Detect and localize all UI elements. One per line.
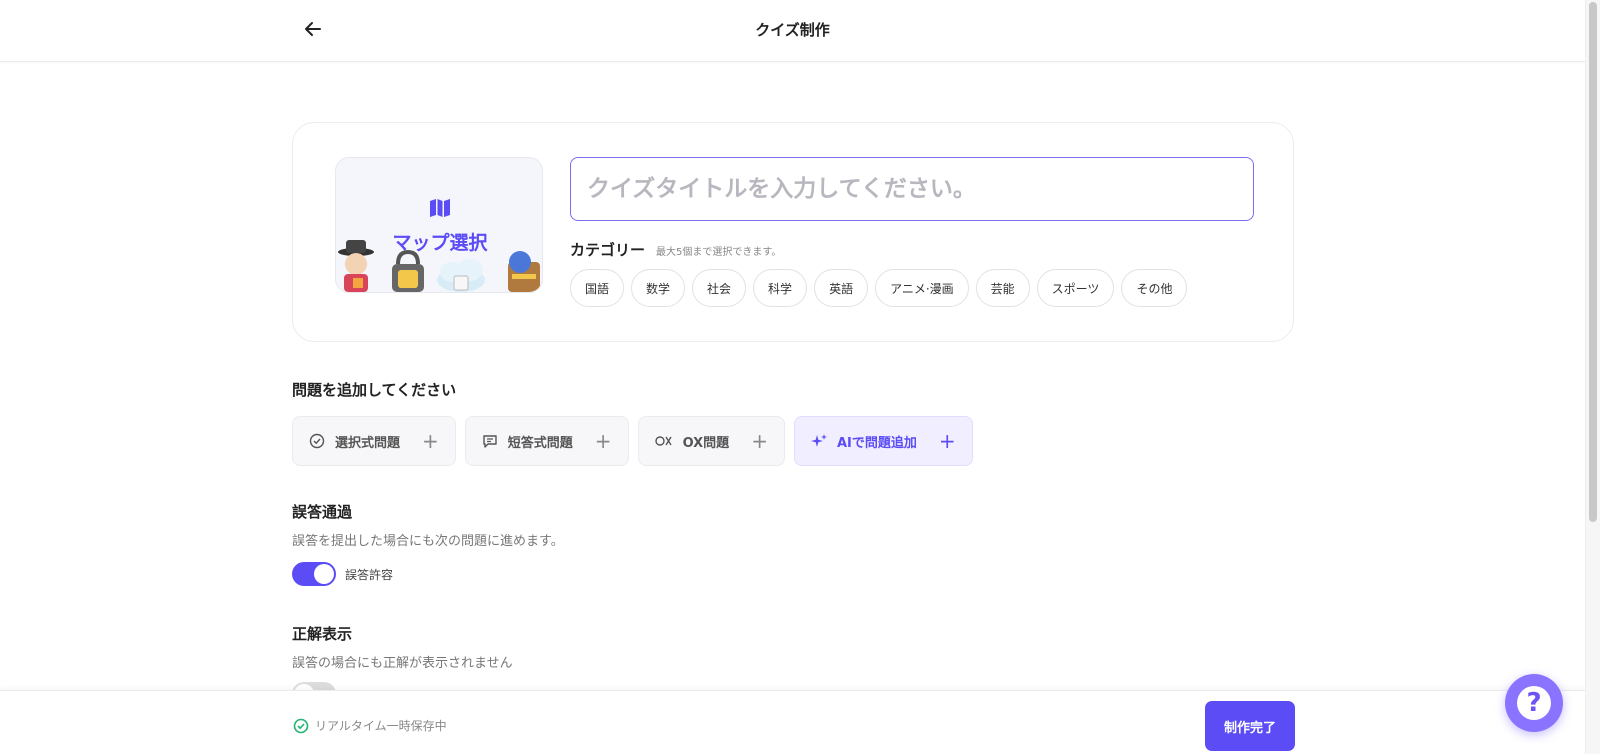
add-question-title: 問題を追加してください: [292, 381, 457, 399]
plus-icon: +: [422, 429, 439, 453]
map-select-button[interactable]: マップ選択: [335, 157, 543, 293]
add-ox-question-label: OX問題: [682, 435, 730, 451]
category-chip[interactable]: 社会: [692, 269, 747, 307]
plus-icon: +: [594, 429, 612, 453]
top-header: クイズ制作: [0, 0, 1585, 62]
category-hint: 最大5個まで選択できます。: [656, 247, 782, 258]
show-answer-title: 正解表示: [292, 625, 353, 643]
scrollbar-thumb[interactable]: [1589, 2, 1597, 522]
category-chip[interactable]: 芸能: [975, 269, 1030, 307]
category-chip[interactable]: 数学: [631, 269, 686, 307]
plus-icon: +: [938, 429, 956, 453]
category-chip[interactable]: スポーツ: [1036, 269, 1115, 307]
category-chip[interactable]: 科学: [753, 269, 808, 307]
add-multiple-choice-button[interactable]: 選択式問題 +: [292, 416, 456, 466]
add-ai-question-label: AIで問題追加: [836, 435, 917, 451]
wrong-pass-toggle[interactable]: [292, 562, 336, 586]
ox-icon: [654, 434, 673, 448]
category-chip[interactable]: 国語: [570, 269, 625, 307]
save-status-label: リアルタイム一時保存中: [315, 719, 447, 733]
quiz-title-input[interactable]: [570, 157, 1254, 221]
check-circle-icon: [293, 718, 309, 734]
category-chip[interactable]: アニメ·漫画: [875, 269, 969, 307]
map-icon: [430, 199, 450, 217]
add-ox-question-button[interactable]: OX問題 +: [637, 416, 785, 466]
question-type-buttons: 選択式問題 + 短答式問題 + OX問題 + AIで問題追加 +: [292, 416, 973, 466]
wrong-pass-description: 誤答を提出した場合にも次の問題に進めます。: [292, 534, 564, 549]
add-short-answer-label: 短答式問題: [507, 435, 573, 451]
wrong-pass-toggle-label: 誤答許容: [345, 568, 394, 582]
sparkle-icon: [810, 433, 827, 449]
help-button[interactable]: ?: [1505, 674, 1563, 732]
add-multiple-choice-label: 選択式問題: [335, 435, 401, 451]
question-mark-icon: ?: [1517, 686, 1551, 720]
category-label: カテゴリー: [570, 241, 646, 259]
map-characters-illustration: [338, 240, 540, 292]
page-scrollbar[interactable]: [1585, 0, 1600, 754]
check-circle-icon: [309, 433, 325, 449]
toggle-knob: [314, 564, 334, 584]
wrong-pass-title: 誤答通過: [292, 503, 353, 521]
message-icon: [482, 433, 498, 449]
bottom-footer: リアルタイム一時保存中 制作完了: [0, 690, 1585, 754]
category-chip-list: 国語 数学 社会 科学 英語 アニメ·漫画 芸能 スポーツ その他: [570, 269, 1188, 307]
add-ai-question-button[interactable]: AIで問題追加 +: [793, 416, 973, 466]
finish-button[interactable]: 制作完了: [1205, 701, 1295, 751]
add-short-answer-button[interactable]: 短答式問題 +: [464, 416, 629, 466]
quiz-info-card: マップ選択 カテゴリー 最大5個まで選択できます。 国語 数学: [292, 122, 1294, 342]
save-status: リアルタイム一時保存中: [293, 717, 447, 734]
page-title: クイズ制作: [755, 21, 830, 39]
show-answer-description: 誤答の場合にも正解が表示されません: [292, 656, 513, 671]
category-chip[interactable]: その他: [1121, 269, 1188, 307]
category-chip[interactable]: 英語: [814, 269, 869, 307]
plus-icon: +: [751, 429, 768, 453]
